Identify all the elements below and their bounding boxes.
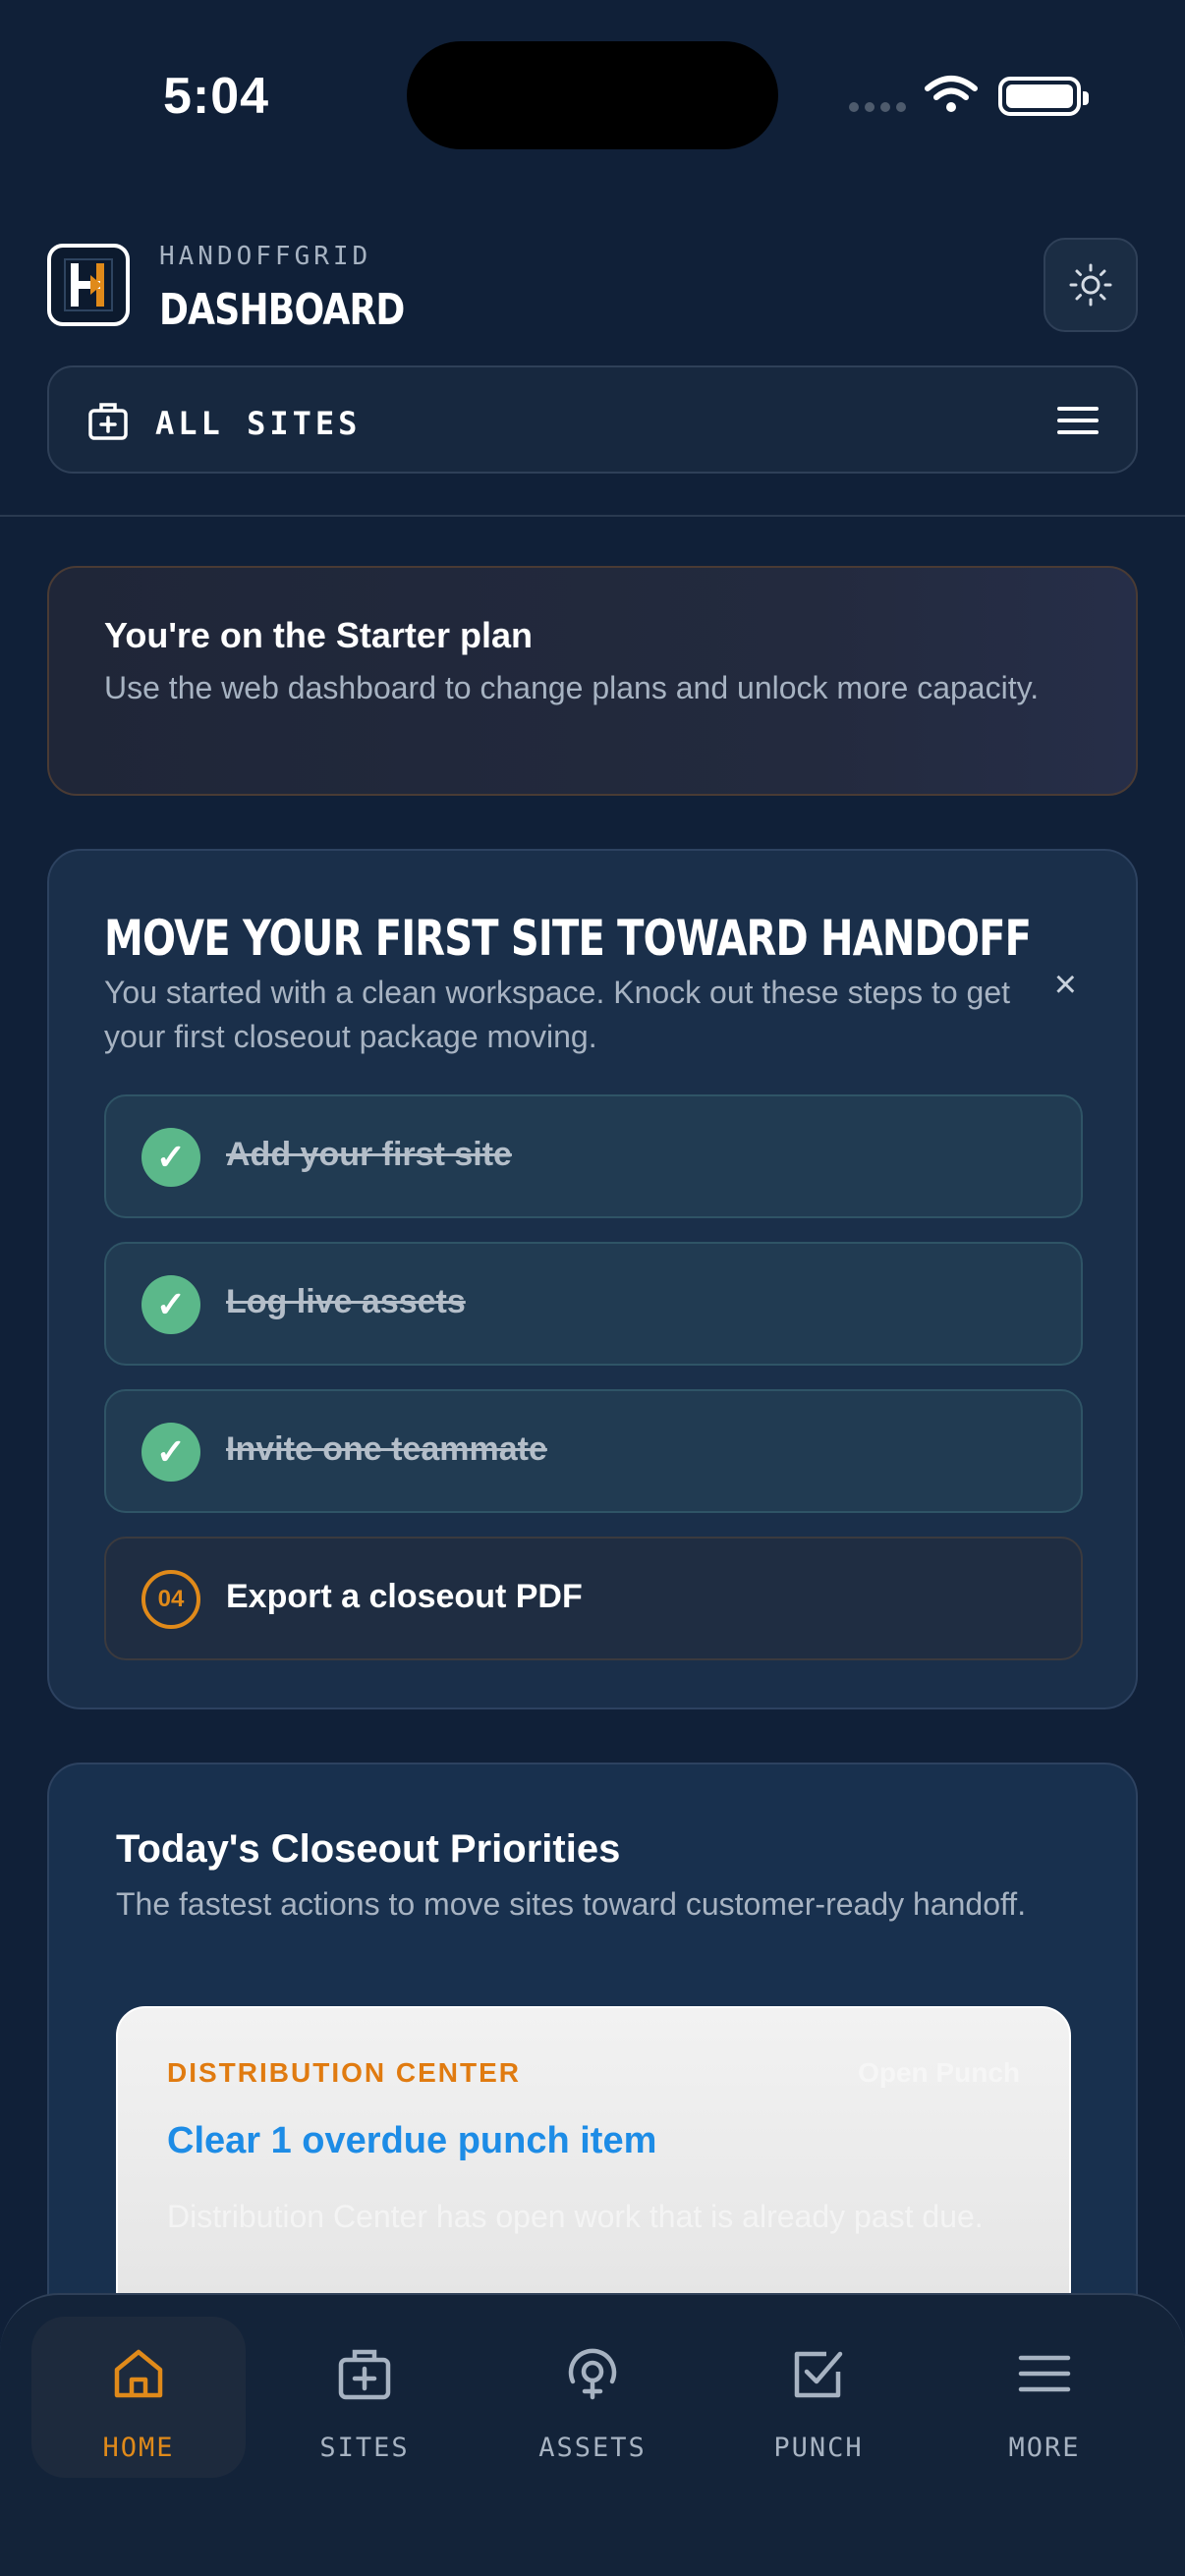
cellular-signal-icon [849, 102, 906, 112]
step-label: Export a closeout PDF [226, 1578, 583, 1615]
hamburger-menu-icon[interactable] [1057, 403, 1099, 438]
check-icon: ✓ [141, 1275, 200, 1334]
brand-name: HANDOFFGRID [159, 242, 372, 271]
plan-description: Use the web dashboard to change plans an… [104, 670, 1040, 705]
page-title: DASHBOARD [159, 285, 405, 335]
menu-icon [1018, 2355, 1071, 2392]
wifi-icon [925, 76, 978, 112]
bottom-tab-bar: HOME SITES ASSETS PUNCH MORE [0, 2293, 1185, 2576]
tab-label: MORE [1008, 2433, 1081, 2463]
status-bar: 5:04 [0, 0, 1185, 196]
app-logo [47, 244, 130, 326]
sun-icon [1069, 263, 1112, 307]
status-time: 5:04 [163, 68, 270, 125]
tab-more[interactable]: MORE [937, 2317, 1152, 2478]
close-icon[interactable]: × [1054, 963, 1077, 1007]
tab-label: SITES [319, 2433, 410, 2463]
step-label: Invite one teammate [226, 1430, 547, 1468]
priorities-title: Today's Closeout Priorities [116, 1827, 621, 1871]
checklist-step-invite-teammate[interactable]: ✓ Invite one teammate [104, 1389, 1083, 1513]
briefcase-plus-icon [88, 403, 128, 440]
onboarding-description: You started with a clean workspace. Knoc… [104, 975, 1011, 1054]
tab-sites[interactable]: SITES [257, 2317, 472, 2478]
tab-home[interactable]: HOME [31, 2317, 246, 2478]
home-icon [114, 2349, 163, 2398]
priority-description: Distribution Center has open work that i… [167, 2199, 984, 2234]
tab-label: HOME [102, 2433, 175, 2463]
priority-title-link[interactable]: Clear 1 overdue punch item [167, 2120, 656, 2162]
check-icon: ✓ [141, 1423, 200, 1482]
step-number-badge: 04 [141, 1570, 200, 1629]
site-selector[interactable]: ALL SITES [47, 365, 1138, 474]
onboarding-card: MOVE YOUR FIRST SITE TOWARD HANDOFF You … [47, 849, 1138, 1709]
tab-punch[interactable]: PUNCH [711, 2317, 926, 2478]
site-selector-label: ALL SITES [155, 405, 362, 442]
tab-label: PUNCH [773, 2433, 864, 2463]
theme-toggle-button[interactable] [1044, 238, 1138, 332]
dynamic-island [407, 41, 778, 149]
plan-title: You're on the Starter plan [104, 615, 533, 655]
step-label: Add your first site [226, 1136, 512, 1173]
tab-label: ASSETS [538, 2433, 647, 2463]
target-icon [568, 2348, 617, 2400]
priority-tag: Open Punch [858, 2057, 1020, 2088]
priorities-description: The fastest actions to move sites toward… [116, 1886, 1027, 1922]
header-divider [0, 515, 1185, 517]
plan-banner: You're on the Starter plan Use the web d… [47, 566, 1138, 796]
tab-assets[interactable]: ASSETS [485, 2317, 700, 2478]
priority-category: DISTRIBUTION CENTER [167, 2057, 521, 2088]
battery-icon [998, 77, 1089, 116]
checkbox-icon [794, 2351, 843, 2398]
checklist-step-log-assets[interactable]: ✓ Log live assets [104, 1242, 1083, 1366]
check-icon: ✓ [141, 1128, 200, 1187]
step-label: Log live assets [226, 1283, 466, 1320]
checklist-step-export-pdf[interactable]: 04 Export a closeout PDF [104, 1537, 1083, 1660]
checklist-step-add-site[interactable]: ✓ Add your first site [104, 1094, 1083, 1218]
onboarding-title: MOVE YOUR FIRST SITE TOWARD HANDOFF [104, 910, 1032, 967]
briefcase-plus-icon [338, 2349, 391, 2400]
